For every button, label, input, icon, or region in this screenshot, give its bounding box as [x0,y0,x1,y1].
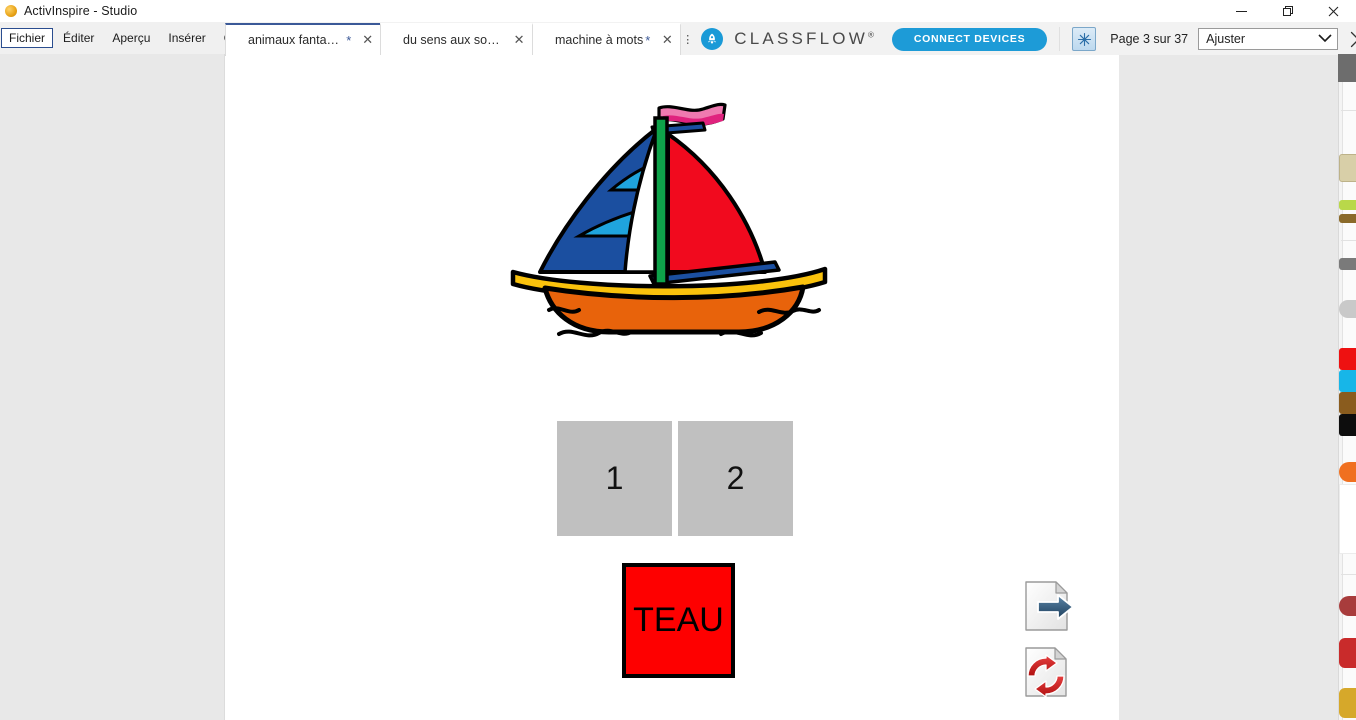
tab-machine-a-mots[interactable]: machine à mots * ✕ [532,23,682,56]
menu-item-fichier[interactable]: Fichier [1,28,54,48]
maximize-button[interactable] [1264,0,1310,22]
palette-swatch-gold[interactable] [1339,688,1356,718]
tab-animaux-fantastiques[interactable]: animaux fantasti... * ✕ [225,23,381,55]
classflow-wordmark: CLASSFLOW® [734,29,874,49]
answer-tile-1-label: 1 [605,460,624,496]
menu-item-editer[interactable]: Éditer [55,28,102,48]
zoom-level-select[interactable]: Ajuster [1198,28,1339,50]
tab-label: du sens aux sons [403,33,501,47]
activinspire-window: ActivInspire - Studio Fichier Éditer Ape… [0,0,1356,720]
snowflake-icon[interactable] [1072,27,1097,51]
tab-close-icon[interactable]: ✕ [355,24,380,56]
canvas-outer-area [1119,55,1338,720]
tab-modified-marker: * [645,32,651,48]
tab-overflow-menu-icon[interactable]: ⋮ [682,23,693,55]
palette-swatch-red[interactable] [1339,348,1356,370]
flipchart-page[interactable]: 1 2 TEAU [226,55,1119,720]
zoom-level-value: Ajuster [1206,32,1246,46]
window-controls [1218,0,1356,22]
close-button[interactable] [1310,0,1356,22]
tab-label: machine à mots [555,33,644,47]
chevron-down-icon [1317,32,1333,46]
tab-du-sens-aux-sons[interactable]: du sens aux sons ✕ [380,23,533,55]
palette-swatch-darkred[interactable] [1339,596,1356,616]
palette-swatch-cyan[interactable] [1339,370,1356,392]
tab-close-icon[interactable]: ✕ [654,24,680,56]
left-browser-panel[interactable] [0,54,225,720]
palette-divider [1341,574,1356,575]
registered-mark: ® [867,30,874,40]
window-title: ActivInspire - Studio [24,4,138,18]
menu-item-apercu[interactable]: Aperçu [104,28,158,48]
palette-scrollbar-thumb[interactable] [1338,54,1356,82]
palette-swatch-4[interactable] [1339,300,1356,318]
classflow-wordmark-text: CLASSFLOW [734,29,868,48]
palette-swatch-2[interactable] [1339,200,1356,210]
answer-tile-2-label: 2 [726,460,745,496]
word-box-teau[interactable]: TEAU [622,563,735,678]
tab-strip: animaux fantasti... * ✕ du sens aux sons… [225,22,1356,56]
menu-item-inserer[interactable]: Insérer [160,28,213,48]
tab-modified-marker: * [346,32,352,48]
palette-swatch-3[interactable] [1339,214,1356,223]
tab-close-icon[interactable]: ✕ [506,24,532,56]
palette-swatch-brown[interactable] [1339,392,1356,414]
palette-swatch-black[interactable] [1339,414,1356,436]
palette-divider [1341,240,1356,241]
page-indicator: Page 3 sur 37 [1110,32,1189,46]
palette-tool-icon[interactable] [1339,258,1356,270]
right-tool-palette[interactable] [1338,54,1356,720]
palette-swatch-orange[interactable] [1339,462,1356,482]
word-box-label: TEAU [633,601,724,639]
sailboat-clipart[interactable] [507,96,839,346]
classflow-toolbar: CLASSFLOW® CONNECT DEVICES Page 3 sur 37… [693,23,1356,55]
palette-swatch-crimson[interactable] [1339,638,1356,668]
title-bar: ActivInspire - Studio [0,0,1356,22]
palette-white-card[interactable] [1339,484,1356,554]
next-page-icon[interactable] [1020,578,1076,634]
activinspire-logo-icon [5,5,17,17]
answer-tile-2[interactable]: 2 [678,421,793,536]
reset-page-icon[interactable] [1019,644,1075,700]
toolbar-divider [1059,27,1061,51]
palette-swatch-1[interactable] [1339,154,1356,182]
rocket-icon[interactable] [701,28,724,50]
flipchart-canvas[interactable]: 1 2 TEAU [226,55,1338,720]
tab-label: animaux fantasti... [248,33,350,47]
minimize-button[interactable] [1218,0,1264,22]
collapse-fullscreen-icon[interactable] [1348,28,1356,50]
menu-bar: Fichier Éditer Aperçu Insérer Outils Aid… [0,22,296,55]
palette-divider [1341,110,1356,111]
connect-devices-button[interactable]: CONNECT DEVICES [891,27,1048,51]
answer-tile-1[interactable]: 1 [557,421,672,536]
